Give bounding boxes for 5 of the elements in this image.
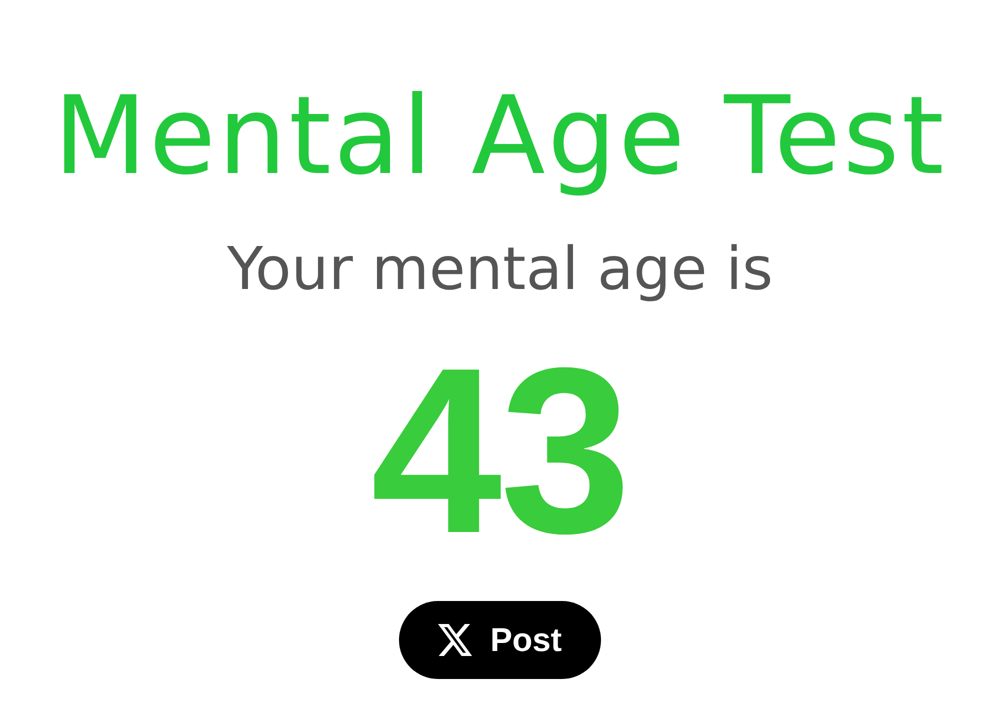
x-logo-icon [438,624,472,656]
post-button[interactable]: Post [399,601,601,680]
page-title: Mental Age Test [54,73,946,201]
age-result: 43 [370,333,630,570]
result-caption: Your mental age is [226,234,774,304]
